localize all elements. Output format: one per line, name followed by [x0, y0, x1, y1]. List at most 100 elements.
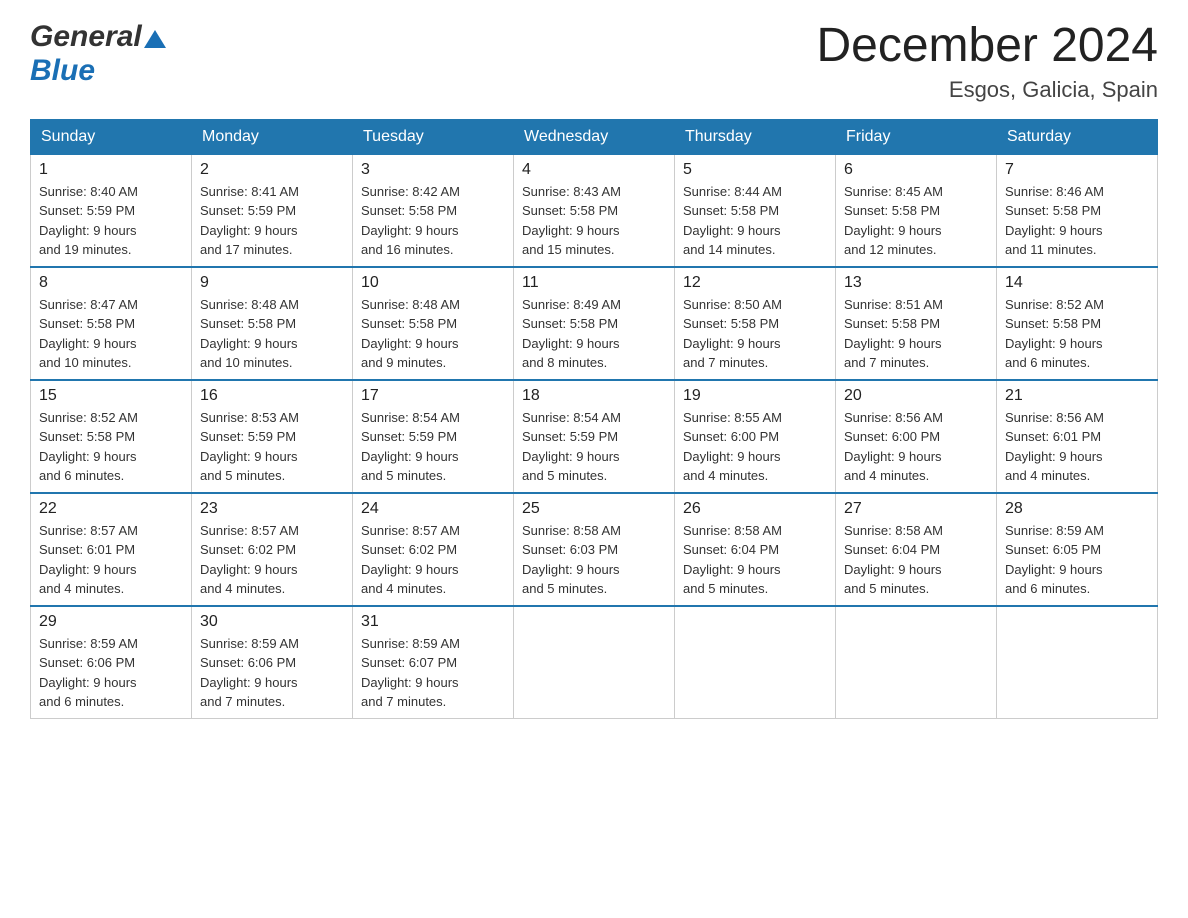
sunset-label: Sunset: 5:58 PM: [683, 316, 779, 331]
sunset-label: Sunset: 6:06 PM: [39, 655, 135, 670]
day-number: 29: [39, 613, 183, 631]
daylight-minutes: and 10 minutes.: [39, 355, 132, 370]
table-row: [514, 606, 675, 719]
daylight-minutes: and 15 minutes.: [522, 242, 615, 257]
header-wednesday: Wednesday: [514, 119, 675, 154]
sunrise-label: Sunrise: 8:48 AM: [200, 297, 299, 312]
sunset-label: Sunset: 6:00 PM: [683, 429, 779, 444]
logo-general-text: General: [30, 20, 142, 54]
day-info: Sunrise: 8:57 AMSunset: 6:02 PMDaylight:…: [200, 521, 344, 599]
daylight-minutes: and 4 minutes.: [844, 468, 929, 483]
sunrise-label: Sunrise: 8:43 AM: [522, 184, 621, 199]
daylight-minutes: and 4 minutes.: [1005, 468, 1090, 483]
day-info: Sunrise: 8:58 AMSunset: 6:03 PMDaylight:…: [522, 521, 666, 599]
daylight-label: Daylight: 9 hours: [200, 449, 298, 464]
day-info: Sunrise: 8:57 AMSunset: 6:02 PMDaylight:…: [361, 521, 505, 599]
sunrise-label: Sunrise: 8:58 AM: [522, 523, 621, 538]
daylight-label: Daylight: 9 hours: [1005, 336, 1103, 351]
header-sunday: Sunday: [31, 119, 192, 154]
sunrise-label: Sunrise: 8:46 AM: [1005, 184, 1104, 199]
daylight-minutes: and 19 minutes.: [39, 242, 132, 257]
table-row: 15Sunrise: 8:52 AMSunset: 5:58 PMDayligh…: [31, 380, 192, 493]
daylight-label: Daylight: 9 hours: [361, 223, 459, 238]
sunrise-label: Sunrise: 8:41 AM: [200, 184, 299, 199]
day-number: 10: [361, 274, 505, 292]
table-row: 25Sunrise: 8:58 AMSunset: 6:03 PMDayligh…: [514, 493, 675, 606]
daylight-label: Daylight: 9 hours: [361, 449, 459, 464]
title-block: December 2024 Esgos, Galicia, Spain: [816, 20, 1158, 103]
day-info: Sunrise: 8:59 AM Sunset: 6:06 PM Daylight:…: [200, 634, 344, 712]
daylight-label: Daylight: 9 hours: [522, 336, 620, 351]
day-info: Sunrise: 8:54 AMSunset: 5:59 PMDaylight:…: [522, 408, 666, 486]
sunset-label: Sunset: 5:59 PM: [361, 429, 457, 444]
daylight-minutes: and 8 minutes.: [522, 355, 607, 370]
day-number: 26: [683, 500, 827, 518]
sunset-label: Sunset: 6:05 PM: [1005, 542, 1101, 557]
day-info: Sunrise: 8:57 AMSunset: 6:01 PMDaylight:…: [39, 521, 183, 599]
day-info: Sunrise: 8:55 AMSunset: 6:00 PMDaylight:…: [683, 408, 827, 486]
header-tuesday: Tuesday: [353, 119, 514, 154]
page-header: General Blue December 2024 Esgos, Galici…: [30, 20, 1158, 103]
day-number: 27: [844, 500, 988, 518]
sunset-label: Sunset: 5:58 PM: [361, 316, 457, 331]
sunset-label: Sunset: 6:06 PM: [200, 655, 296, 670]
daylight-label: Daylight: 9 hours: [39, 675, 137, 690]
sunrise-label: Sunrise: 8:59 AM: [39, 636, 138, 651]
daylight-minutes: and 6 minutes.: [1005, 581, 1090, 596]
day-number: 15: [39, 387, 183, 405]
daylight-label: Daylight: 9 hours: [200, 562, 298, 577]
day-info: Sunrise: 8:48 AMSunset: 5:58 PMDaylight:…: [361, 295, 505, 373]
daylight-minutes: and 7 minutes.: [200, 694, 285, 709]
month-title: December 2024: [816, 20, 1158, 73]
day-number: 16: [200, 387, 344, 405]
sunrise-label: Sunrise: 8:57 AM: [200, 523, 299, 538]
table-row: 16 Sunrise: 8:53 AMSunset: 5:59 PMDayligh…: [192, 380, 353, 493]
day-number: 30: [200, 613, 344, 631]
day-number: 6: [844, 161, 988, 179]
day-number: 31: [361, 613, 505, 631]
day-number: 7: [1005, 161, 1149, 179]
table-row: 18Sunrise: 8:54 AMSunset: 5:59 PMDayligh…: [514, 380, 675, 493]
table-row: 30 Sunrise: 8:59 AM Sunset: 6:06 PM Dayligh…: [192, 606, 353, 719]
daylight-label: Daylight: 9 hours: [683, 449, 781, 464]
day-info: Sunrise: 8:48 AMSunset: 5:58 PMDaylight:…: [200, 295, 344, 373]
logo-blue-text: Blue: [30, 54, 95, 87]
day-number: 17: [361, 387, 505, 405]
table-row: 1Sunrise: 8:40 AMSunset: 5:59 PMDaylight…: [31, 154, 192, 267]
table-row: 11Sunrise: 8:49 AMSunset: 5:58 PMDayligh…: [514, 267, 675, 380]
day-info: Sunrise: 8:53 AMSunset: 5:59 PMDaylight:…: [200, 408, 344, 486]
sunset-label: Sunset: 6:04 PM: [683, 542, 779, 557]
day-number: 1: [39, 161, 183, 179]
daylight-label: Daylight: 9 hours: [200, 675, 298, 690]
sunset-label: Sunset: 5:58 PM: [1005, 203, 1101, 218]
calendar-week-row: 22Sunrise: 8:57 AMSunset: 6:01 PMDayligh…: [31, 493, 1158, 606]
sunset-label: Sunset: 6:00 PM: [844, 429, 940, 444]
table-row: 12Sunrise: 8:50 AMSunset: 5:58 PMDayligh…: [675, 267, 836, 380]
sunset-label: Sunset: 5:58 PM: [39, 316, 135, 331]
logo: General Blue: [30, 20, 166, 88]
daylight-label: Daylight: 9 hours: [39, 562, 137, 577]
daylight-label: Daylight: 9 hours: [1005, 449, 1103, 464]
day-info: Sunrise: 8:56 AMSunset: 6:00 PMDaylight:…: [844, 408, 988, 486]
daylight-minutes: and 14 minutes.: [683, 242, 776, 257]
table-row: 23Sunrise: 8:57 AMSunset: 6:02 PMDayligh…: [192, 493, 353, 606]
sunset-label: Sunset: 5:58 PM: [1005, 316, 1101, 331]
table-row: 26Sunrise: 8:58 AMSunset: 6:04 PMDayligh…: [675, 493, 836, 606]
day-number: 8: [39, 274, 183, 292]
day-info: Sunrise: 8:44 AMSunset: 5:58 PMDaylight:…: [683, 182, 827, 260]
sunrise-label: Sunrise: 8:49 AM: [522, 297, 621, 312]
table-row: [997, 606, 1158, 719]
sunrise-label: Sunrise: 8:53 AM: [200, 410, 299, 425]
daylight-label: Daylight: 9 hours: [522, 223, 620, 238]
daylight-label: Daylight: 9 hours: [844, 223, 942, 238]
table-row: 17Sunrise: 8:54 AMSunset: 5:59 PMDayligh…: [353, 380, 514, 493]
sunrise-label: Sunrise: 8:57 AM: [39, 523, 138, 538]
daylight-minutes: and 5 minutes.: [844, 581, 929, 596]
daylight-minutes: and 5 minutes.: [522, 468, 607, 483]
sunset-label: Sunset: 6:03 PM: [522, 542, 618, 557]
sunrise-label: Sunrise: 8:59 AM: [1005, 523, 1104, 538]
sunrise-label: Sunrise: 8:59 AM: [200, 636, 299, 651]
table-row: 27Sunrise: 8:58 AMSunset: 6:04 PMDayligh…: [836, 493, 997, 606]
sunrise-label: Sunrise: 8:52 AM: [39, 410, 138, 425]
daylight-label: Daylight: 9 hours: [1005, 562, 1103, 577]
